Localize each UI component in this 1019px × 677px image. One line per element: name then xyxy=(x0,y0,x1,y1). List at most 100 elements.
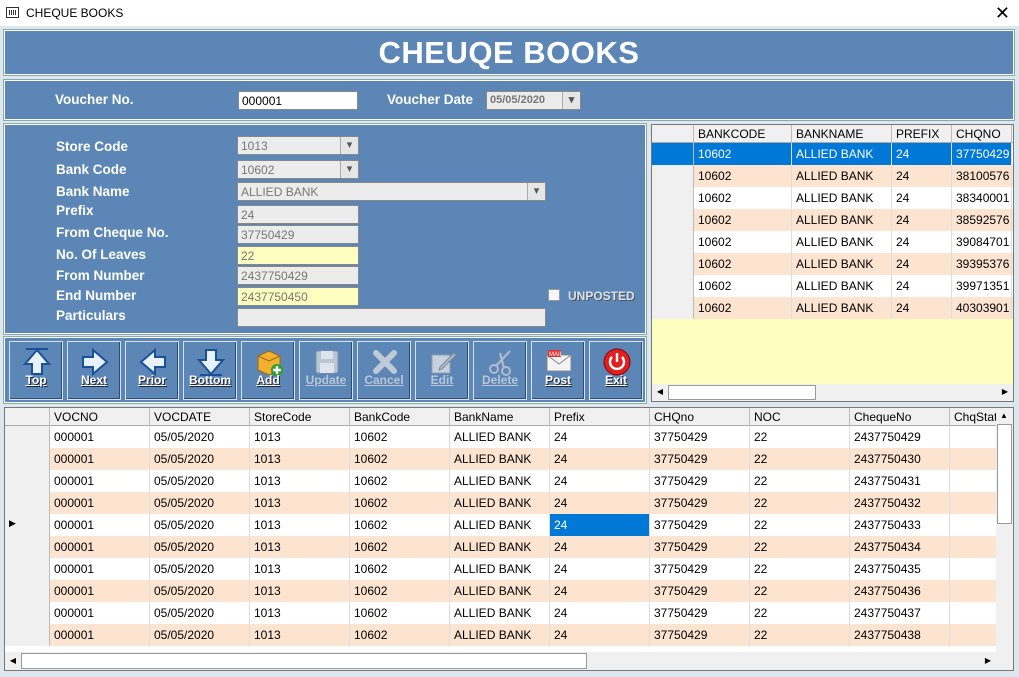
store-code-select[interactable]: 1013 xyxy=(237,136,359,155)
cell-storecode[interactable]: 1013 xyxy=(250,470,350,492)
cell-bankcode[interactable]: 10602 xyxy=(694,165,792,187)
table-row[interactable]: ▶ 000001 05/05/2020 1013 10602 ALLIED BANK 24 3… xyxy=(5,514,1013,536)
cell-bankname[interactable]: ALLIED BANK xyxy=(792,297,892,319)
table-row[interactable]: 000001 05/05/2020 1013 10602 ALLIED BANK 24 37… xyxy=(5,448,1013,470)
row-selector[interactable] xyxy=(5,492,50,514)
cell-bankcode[interactable]: 10602 xyxy=(350,602,450,624)
cell-vocno[interactable]: 000001 xyxy=(50,426,150,448)
cell-bankname[interactable]: ALLIED BANK xyxy=(450,580,550,602)
cell-chqstat[interactable] xyxy=(950,514,1000,536)
cell-chqno[interactable]: 40303901 xyxy=(952,297,1012,319)
cell-bankname[interactable]: ALLIED BANK xyxy=(450,514,550,536)
cell-noc[interactable]: 22 xyxy=(750,448,850,470)
cell-chqstat[interactable] xyxy=(950,558,1000,580)
cell-vocno[interactable]: 000001 xyxy=(50,624,150,646)
cell-prefix[interactable]: 24 xyxy=(550,624,650,646)
cell-bankname[interactable]: ALLIED BANK xyxy=(450,624,550,646)
update-button[interactable]: Update xyxy=(299,341,353,400)
cell-bankcode[interactable]: 10602 xyxy=(694,187,792,209)
cell-chequeno[interactable]: 2437750431 xyxy=(850,470,950,492)
particulars-field[interactable] xyxy=(237,308,546,327)
cell-noc[interactable]: 22 xyxy=(750,602,850,624)
row-selector[interactable] xyxy=(5,624,50,646)
cell-bankname[interactable]: ALLIED BANK xyxy=(792,231,892,253)
row-selector[interactable] xyxy=(5,426,50,448)
column-header-storecode[interactable]: StoreCode xyxy=(250,408,350,426)
row-selector[interactable] xyxy=(652,275,694,297)
cell-storecode[interactable]: 1013 xyxy=(250,426,350,448)
cell-vocdate[interactable]: 05/05/2020 xyxy=(150,448,250,470)
post-button[interactable]: MAIL Post xyxy=(531,341,585,400)
cell-prefix[interactable]: 24 xyxy=(892,143,952,165)
cell-noc[interactable]: 22 xyxy=(750,426,850,448)
column-header-bankname[interactable]: BANKNAME xyxy=(792,125,892,143)
cell-bankcode[interactable]: 10602 xyxy=(350,558,450,580)
cell-prefix[interactable]: 24 xyxy=(892,275,952,297)
cell-chqno[interactable]: 39395376 xyxy=(952,253,1012,275)
cell-bankcode[interactable]: 10602 xyxy=(350,492,450,514)
cell-noc[interactable]: 22 xyxy=(750,624,850,646)
cell-chqstat[interactable] xyxy=(950,426,1000,448)
table-row[interactable]: 000001 05/05/2020 1013 10602 ALLIED BANK 24 37… xyxy=(5,426,1013,448)
next-button[interactable]: Next xyxy=(67,341,121,400)
cell-prefix[interactable]: 24 xyxy=(550,426,650,448)
cell-storecode[interactable]: 1013 xyxy=(250,558,350,580)
cell-bankcode[interactable]: 10602 xyxy=(350,426,450,448)
cell-prefix[interactable]: 24 xyxy=(892,253,952,275)
cell-prefix[interactable]: 24 xyxy=(892,297,952,319)
scroll-left-icon[interactable]: ◀ xyxy=(652,384,668,400)
row-selector[interactable] xyxy=(652,297,694,319)
table-row[interactable]: 10602 ALLIED BANK 24 38100576 xyxy=(652,165,1013,187)
column-header-prefix[interactable]: PREFIX xyxy=(892,125,952,143)
cell-prefix[interactable]: 24 xyxy=(550,492,650,514)
cell-prefix[interactable]: 24 xyxy=(892,231,952,253)
from-number-field[interactable]: 2437750429 xyxy=(237,266,359,285)
bank-code-select[interactable]: 10602 xyxy=(237,160,359,179)
detail-grid-vscrollbar[interactable]: ▲ xyxy=(996,408,1013,652)
table-row[interactable]: 10602 ALLIED BANK 24 39395376 xyxy=(652,253,1013,275)
end-number-field[interactable]: 2437750450 xyxy=(237,287,359,306)
cell-chqstat[interactable] xyxy=(950,624,1000,646)
cell-noc[interactable]: 22 xyxy=(750,492,850,514)
table-row[interactable]: 000001 05/05/2020 1013 10602 ALLIED BANK 24 37… xyxy=(5,492,1013,514)
cell-bankcode[interactable]: 10602 xyxy=(350,580,450,602)
cell-chqno[interactable]: 38340001 xyxy=(952,187,1012,209)
cell-bankname[interactable]: ALLIED BANK xyxy=(450,558,550,580)
cell-chequeno[interactable]: 2437750437 xyxy=(850,602,950,624)
column-header-chqno[interactable]: CHQNO xyxy=(952,125,1012,143)
scroll-up-icon[interactable]: ▲ xyxy=(996,408,1012,424)
cell-storecode[interactable]: 1013 xyxy=(250,514,350,536)
cell-bankcode[interactable]: 10602 xyxy=(350,448,450,470)
bottom-button[interactable]: Bottom xyxy=(183,341,237,400)
cell-chqno[interactable]: 37750429 xyxy=(650,426,750,448)
scroll-thumb[interactable] xyxy=(21,653,587,669)
leaves-field[interactable]: 22 xyxy=(237,246,359,265)
bank-name-select[interactable]: ALLIED BANK xyxy=(237,182,546,201)
table-row[interactable]: 10602 ALLIED BANK 24 37750429 xyxy=(652,143,1013,165)
bank-grid-hscrollbar[interactable]: ◀ ▶ xyxy=(652,384,1013,401)
scroll-right-icon[interactable]: ▶ xyxy=(980,653,996,669)
cell-chqno[interactable]: 37750429 xyxy=(952,143,1012,165)
cell-prefix[interactable]: 24 xyxy=(892,165,952,187)
cell-chqno[interactable]: 38592576 xyxy=(952,209,1012,231)
cell-storecode[interactable]: 1013 xyxy=(250,492,350,514)
column-header-bankname[interactable]: BankName xyxy=(450,408,550,426)
cell-chequeno[interactable]: 2437750432 xyxy=(850,492,950,514)
cell-bankcode[interactable]: 10602 xyxy=(694,253,792,275)
row-selector[interactable] xyxy=(652,143,694,165)
cell-prefix[interactable]: 24 xyxy=(550,470,650,492)
close-icon[interactable]: ✕ xyxy=(995,3,1010,24)
cell-vocdate[interactable]: 05/05/2020 xyxy=(150,470,250,492)
detail-grid-hscrollbar[interactable]: ◀ ▶ xyxy=(5,652,1013,670)
row-selector[interactable]: ▶ xyxy=(5,514,50,536)
cell-bankcode[interactable]: 10602 xyxy=(694,209,792,231)
cell-chequeno[interactable]: 2437750430 xyxy=(850,448,950,470)
unposted-checkbox[interactable] xyxy=(548,289,560,301)
voucher-date-picker[interactable]: 05/05/2020 xyxy=(486,91,581,110)
voucher-no-field[interactable]: 000001 xyxy=(238,91,358,110)
cell-prefix[interactable]: 24 xyxy=(550,514,650,536)
table-row[interactable]: 000001 05/05/2020 1013 10602 ALLIED BANK 24 37… xyxy=(5,558,1013,580)
cell-chqno[interactable]: 37750429 xyxy=(650,624,750,646)
cell-chequeno[interactable]: 2437750433 xyxy=(850,514,950,536)
cell-bankcode[interactable]: 10602 xyxy=(350,470,450,492)
